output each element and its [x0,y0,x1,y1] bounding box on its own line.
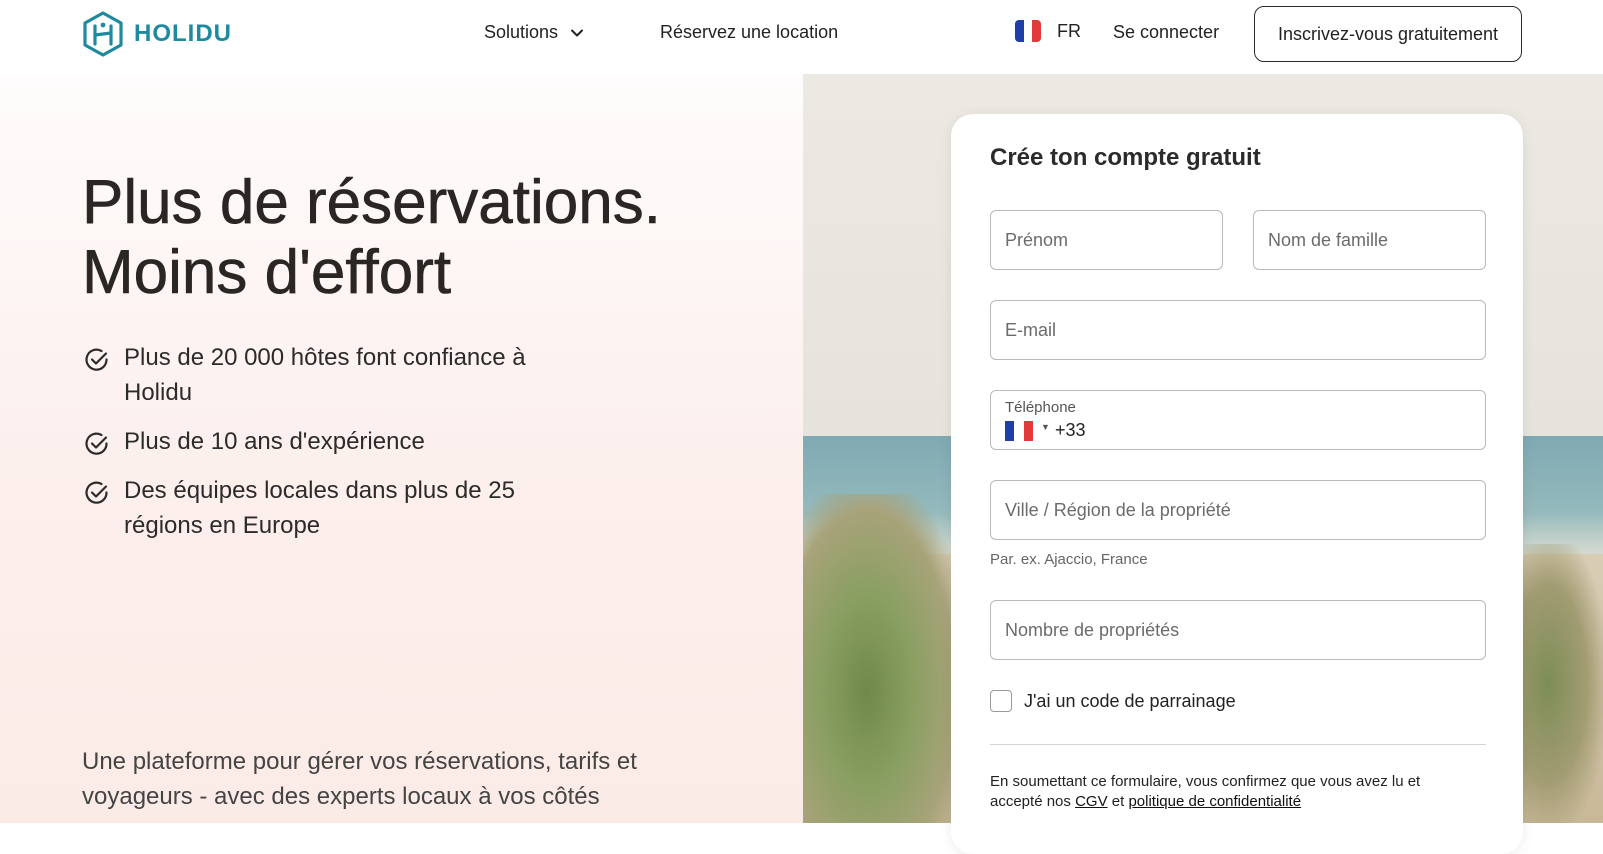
legal-notice: En soumettant ce formulaire, vous confir… [990,772,1470,812]
city-region-input[interactable] [990,480,1486,540]
france-flag-icon [1015,20,1041,42]
referral-code-checkbox[interactable]: J'ai un code de parrainage [990,690,1236,712]
hero-title: Plus de réservations. Moins d'effort [82,168,782,308]
caret-down-icon[interactable]: ▼ [1041,422,1050,432]
logo-text: HOLIDU [134,20,232,47]
signup-button[interactable]: Inscrivez-vous gratuitement [1254,6,1522,62]
nav-solutions-dropdown[interactable]: Solutions [484,22,584,43]
france-flag-icon[interactable] [1005,421,1033,441]
email-input[interactable] [990,300,1486,360]
check-circle-icon [85,348,108,371]
signup-form-card: Crée ton compte gratuit Téléphone ▼ +33 … [951,114,1523,854]
chevron-down-icon [571,29,584,36]
benefit-text: Plus de 20 000 hôtes font confiance à Ho… [124,344,526,406]
language-code: FR [1057,20,1081,41]
nav-book-rental-link[interactable]: Réservez une location [660,22,838,43]
benefit-item: Plus de 10 ans d'expérience [84,424,604,459]
property-count-input[interactable] [990,600,1486,660]
holidu-logo[interactable]: HOLIDU [82,11,232,57]
benefit-item: Des équipes locales dans plus de 25 régi… [84,473,564,543]
divider [990,744,1486,745]
checkbox-box[interactable] [990,690,1012,712]
hero-title-line-1: Plus de réservations. [82,168,662,238]
benefit-item: Plus de 20 000 hôtes font confiance à Ho… [84,340,544,410]
benefits-list: Plus de 20 000 hôtes font confiance à Ho… [84,340,604,543]
legal-and: et [1107,793,1129,810]
hero-section: Plus de réservations. Moins d'effort Plu… [0,74,803,823]
login-link[interactable]: Se connecter [1113,22,1219,43]
privacy-policy-link[interactable]: politique de confidentialité [1128,793,1301,810]
hero-title-line-2: Moins d'effort [82,238,452,308]
holidu-logo-icon [83,11,123,57]
phone-country-code: +33 [1055,420,1086,440]
hero-tagline: Une plateforme pour gérer vos réservatio… [82,748,637,810]
benefit-text: Plus de 10 ans d'expérience [124,428,425,455]
check-circle-icon [85,432,108,455]
last-name-input[interactable] [1253,210,1486,270]
cgv-link[interactable]: CGV [1075,793,1108,810]
language-selector[interactable]: FR [1015,20,1081,42]
phone-label: Téléphone [1005,399,1076,416]
phone-input[interactable]: Téléphone ▼ +33 [990,390,1486,450]
first-name-input[interactable] [990,210,1223,270]
check-circle-icon [85,481,108,504]
city-hint: Par. ex. Ajaccio, France [990,551,1148,568]
dune-grass-left [803,494,963,823]
form-title: Crée ton compte gratuit [990,144,1261,171]
benefit-text: Des équipes locales dans plus de 25 régi… [124,477,515,539]
top-navigation: HOLIDU Solutions Réservez une location F… [0,0,1603,74]
nav-solutions-label: Solutions [484,22,559,42]
referral-code-label: J'ai un code de parrainage [1024,690,1236,711]
